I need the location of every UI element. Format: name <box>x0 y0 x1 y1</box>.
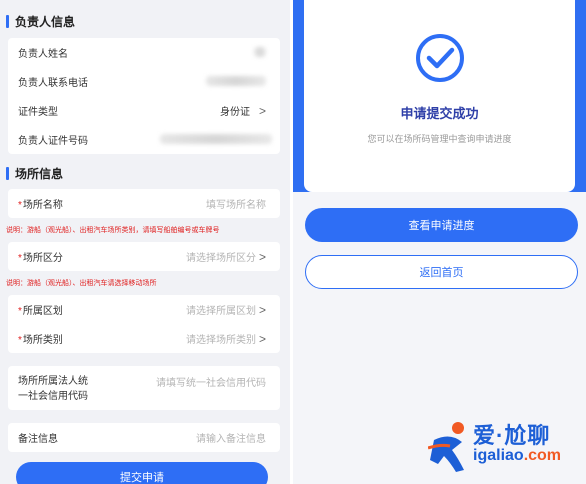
remark-card: 备注信息 请输入备注信息 <box>8 423 280 452</box>
success-title: 申请提交成功 <box>400 106 479 121</box>
credit-code-label-line2: 一社会信用代码 <box>18 391 88 402</box>
id-type-label: 证件类型 <box>18 107 58 118</box>
venue-name-card: *场所名称 填写场所名称 <box>8 189 280 218</box>
responsible-name-row[interactable]: 负责人姓名 <box>8 38 280 67</box>
watermark: 爱·尬聊 igaliao.com <box>428 418 583 478</box>
success-card: 申请提交成功 您可以在场所码管理中查询申请进度 <box>304 0 575 192</box>
venue-name-label: 场所名称 <box>22 200 63 211</box>
redacted-id-number <box>160 134 272 144</box>
responsible-card: 负责人姓名 负责人联系电话 证件类型 身份证 > 负责人证件号码 <box>8 38 280 154</box>
venue-zone-select[interactable]: *场所区分 请选择场所区分 > <box>8 242 280 271</box>
category-label: 场所类别 <box>22 335 63 346</box>
watermark-runner-logo <box>428 422 464 472</box>
back-home-button[interactable]: 返回首页 <box>305 255 578 289</box>
category-select[interactable]: *场所类别 请选择场所类别 > <box>8 324 280 353</box>
section-title-responsible: 负责人信息 <box>6 13 75 30</box>
success-check-icon <box>416 34 464 82</box>
chevron-right-icon: > <box>258 104 266 118</box>
venue-zone-card: *场所区分 请选择场所区分 > <box>8 242 280 271</box>
responsible-phone-label: 负责人联系电话 <box>18 78 88 89</box>
district-label: 所属区划 <box>22 306 63 317</box>
note-mobile-venue: 说明：游船（观光船）、出租汽车请选择移动场所 <box>6 280 157 287</box>
watermark-url: igaliao.com <box>473 447 562 464</box>
redacted-phone <box>206 76 266 86</box>
submit-application-button[interactable]: 提交申请 <box>16 462 268 484</box>
chevron-right-icon: > <box>258 303 266 317</box>
id-type-value: 身份证 <box>220 107 250 118</box>
success-subtitle: 您可以在场所码管理中查询申请进度 <box>367 134 512 144</box>
watermark-text: 爱·尬聊 <box>473 423 551 448</box>
id-type-row[interactable]: 证件类型 身份证 > <box>8 96 280 125</box>
chevron-right-icon: > <box>258 332 266 346</box>
district-category-card: *所属区划 请选择所属区划 > *场所类别 请选择场所类别 > <box>8 295 280 353</box>
chevron-right-icon: > <box>258 250 266 264</box>
venue-zone-label: 场所区分 <box>22 253 63 264</box>
success-panel: 申请提交成功 您可以在场所码管理中查询申请进度 查看申请进度 返回首页 <box>293 0 586 484</box>
credit-code-card: 场所所属法人统 一社会信用代码 请填写统一社会信用代码 <box>8 366 280 410</box>
view-progress-button[interactable]: 查看申请进度 <box>305 208 578 242</box>
remark-label: 备注信息 <box>18 434 58 445</box>
district-placeholder: 请选择所属区划 <box>186 306 256 317</box>
application-form-panel: 负责人信息 负责人姓名 负责人联系电话 证件类型 身份证 > 负责人证件号码 场… <box>0 0 290 484</box>
credit-code-field[interactable]: 场所所属法人统 一社会信用代码 请填写统一社会信用代码 <box>8 366 280 410</box>
id-number-row[interactable]: 负责人证件号码 <box>8 125 280 154</box>
responsible-name-label: 负责人姓名 <box>18 49 68 60</box>
district-select[interactable]: *所属区划 请选择所属区划 > <box>8 295 280 324</box>
id-number-label: 负责人证件号码 <box>18 136 88 147</box>
credit-code-placeholder: 请填写统一社会信用代码 <box>156 378 266 389</box>
venue-zone-placeholder: 请选择场所区分 <box>186 253 256 264</box>
category-placeholder: 请选择场所类别 <box>186 335 256 346</box>
credit-code-label-line1: 场所所属法人统 <box>18 376 88 387</box>
redacted-name <box>254 47 266 57</box>
note-boat-taxi-number: 说明：游船（观光船）、出租汽车场所类别，请填写船舶编号或车牌号 <box>6 227 220 234</box>
section-title-venue: 场所信息 <box>6 165 63 182</box>
venue-name-placeholder: 填写场所名称 <box>206 200 266 211</box>
venue-name-field[interactable]: *场所名称 填写场所名称 <box>8 189 280 218</box>
remark-placeholder: 请输入备注信息 <box>196 434 266 445</box>
remark-field[interactable]: 备注信息 请输入备注信息 <box>8 423 280 452</box>
responsible-phone-row[interactable]: 负责人联系电话 <box>8 67 280 96</box>
